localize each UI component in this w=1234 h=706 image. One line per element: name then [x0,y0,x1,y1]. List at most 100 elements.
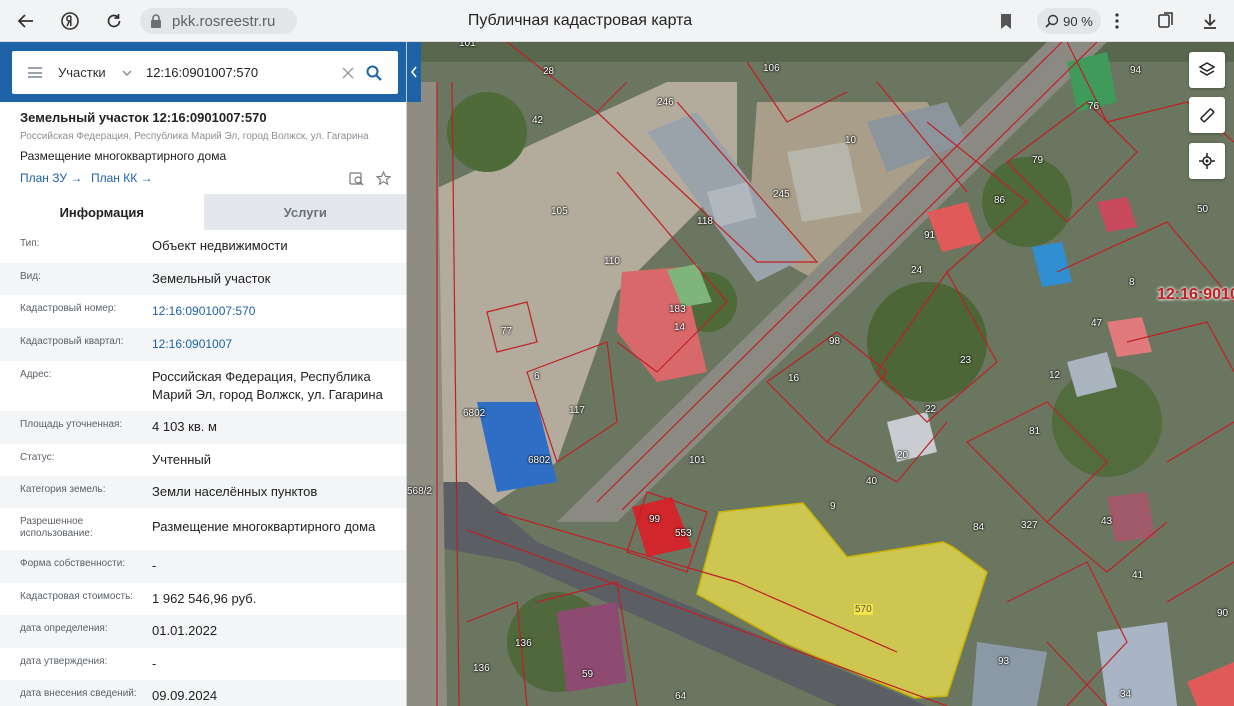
plot-label[interactable]: 50 [1197,204,1208,215]
layers-button[interactable] [1189,52,1225,88]
plot-label[interactable]: 6 [534,371,540,382]
plot-label[interactable]: 136 [473,663,490,674]
plot-label[interactable]: 64 [675,691,686,702]
plot-label[interactable]: 110 [604,256,620,267]
collections-icon[interactable] [1152,7,1180,35]
plot-label[interactable]: 118 [697,216,713,227]
object-title: Земельный участок 12:16:0901007:570 [20,110,267,125]
info-row-type: Тип: Объект недвижимости [0,230,406,263]
plot-label[interactable]: 79 [1032,155,1043,166]
plot-label[interactable]: 246 [657,97,674,108]
selected-parcel-label[interactable]: 570 [854,604,873,615]
map-view[interactable]: 101 28 106 94 42 246 76 10 79 105 118 24… [407,42,1234,706]
plot-label[interactable]: 568/2 [407,486,432,497]
measure-button[interactable] [1189,97,1225,133]
star-icon[interactable] [376,171,391,186]
reload-icon[interactable] [100,7,128,35]
menu-icon[interactable] [28,67,42,78]
plot-label[interactable]: 10 [845,135,856,146]
tab-info[interactable]: Информация [0,194,204,230]
plot-label[interactable]: 40 [866,476,877,487]
plot-label[interactable]: 93 [998,656,1009,667]
cadastral-quarter-label[interactable]: 12:16:9010 [1157,286,1234,304]
info-row-cadastral-number: Кадастровый номер: 12:16:0901007:570 [0,295,406,328]
info-row-permitted-use: Разрешенное использование: Размещение мн… [0,508,406,550]
chevron-down-icon[interactable] [122,68,132,78]
search-icon[interactable] [366,65,382,81]
row-label: Площадь уточненная: [20,419,123,430]
plot-label[interactable]: 81 [1029,426,1040,437]
plot-label[interactable]: 77 [501,326,512,337]
plot-label[interactable]: 84 [973,522,984,533]
plan-kk-link[interactable]: План КК → [91,171,153,185]
plot-label[interactable]: 183 [669,304,686,315]
plot-label[interactable]: 90 [1217,608,1228,619]
address-bar[interactable]: pkk.rosreestr.ru [140,8,297,34]
more-menu-icon[interactable] [1103,7,1131,35]
zoom-indicator[interactable]: 90 % [1037,8,1101,34]
plot-label[interactable]: 24 [911,265,922,276]
zoom-value: 90 % [1063,13,1093,29]
clear-icon[interactable] [342,67,354,79]
plot-label[interactable]: 41 [1132,570,1143,581]
bookmark-icon[interactable] [992,7,1020,35]
plot-label[interactable]: 14 [674,322,685,333]
row-label: Форма собственности: [20,558,126,569]
plot-label[interactable]: 28 [543,66,554,77]
plot-label[interactable]: 22 [925,404,936,415]
back-arrow-icon[interactable] [12,7,40,35]
tab-bar: Информация Услуги [0,194,406,230]
row-value: Земельный участок [152,271,271,286]
object-use: Размещение многоквартирного дома [20,149,227,163]
arrow-right-icon: → [70,171,83,185]
collapse-panel-button[interactable] [407,42,421,102]
plot-label[interactable]: 47 [1091,318,1102,329]
tab-services[interactable]: Услуги [203,194,406,230]
plot-label[interactable]: 105 [551,206,568,217]
layers-icon [1198,62,1216,76]
plot-label[interactable]: 98 [829,336,840,347]
plot-label[interactable]: 59 [582,669,593,680]
plot-label[interactable]: 16 [788,373,799,384]
plot-label[interactable]: 245 [773,189,790,200]
plot-label[interactable]: 553 [675,528,692,539]
plot-label[interactable]: 101 [459,42,476,49]
url-text: pkk.rosreestr.ru [172,12,276,30]
plot-label[interactable]: 43 [1101,516,1112,527]
plot-label[interactable]: 94 [1130,65,1141,76]
plot-label[interactable]: 76 [1088,101,1099,112]
plot-label[interactable]: 9 [830,501,836,512]
search-input[interactable]: 12:16:0901007:570 [146,65,342,80]
plot-label[interactable]: 117 [569,405,585,416]
yandex-logo-icon[interactable] [56,7,84,35]
find-on-map-icon[interactable] [349,171,364,186]
plot-label[interactable]: 23 [960,355,971,366]
cadastral-quarter-link[interactable]: 12:16:0901007 [152,335,397,353]
plot-label[interactable]: 86 [994,195,1005,206]
plot-label[interactable]: 6802 [528,455,550,466]
locate-button[interactable] [1189,143,1225,179]
plot-label[interactable]: 34 [1120,689,1131,700]
browser-toolbar: pkk.rosreestr.ru Публичная кадастровая к… [0,0,1234,42]
plot-label[interactable]: 136 [515,638,532,649]
plot-label[interactable]: 12 [1049,370,1060,381]
plot-label[interactable]: 91 [924,230,935,241]
row-value: Учтенный [152,452,212,467]
plot-label[interactable]: 6802 [463,408,485,419]
search-box[interactable]: Участки 12:16:0901007:570 [12,51,398,94]
download-icon[interactable] [1196,7,1224,35]
plot-label[interactable]: 327 [1021,520,1038,531]
plot-label[interactable]: 20 [897,450,908,461]
info-row-cadastral-quarter: Кадастровый квартал: 12:16:0901007 [0,328,406,361]
search-category[interactable]: Участки [58,65,122,80]
plot-label[interactable]: 8 [1129,277,1135,288]
plot-label[interactable]: 42 [532,115,543,126]
plot-label[interactable]: 99 [649,514,660,525]
plot-label[interactable]: 106 [763,63,780,74]
row-label: дата утверждения: [20,656,108,667]
object-address: Российская Федерация, Республика Марий Э… [20,131,369,142]
info-row-approval-date: дата утверждения: - [0,648,406,680]
plan-zu-link[interactable]: План ЗУ → [20,171,82,185]
cadastral-number-link[interactable]: 12:16:0901007:570 [152,302,397,320]
plot-label[interactable]: 101 [689,455,706,466]
